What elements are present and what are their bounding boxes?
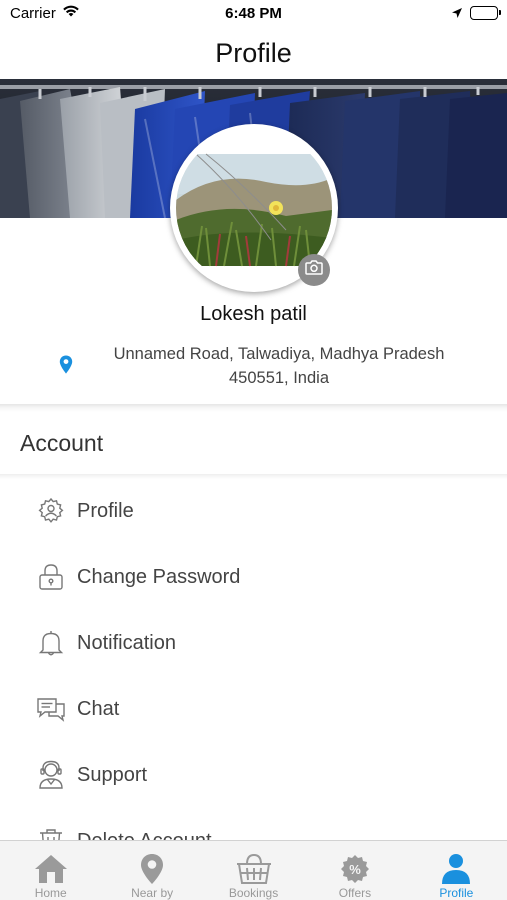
tab-label-profile: Profile — [439, 886, 474, 900]
svg-text:%: % — [349, 862, 361, 877]
tab-label-offers: Offers — [338, 886, 372, 900]
lock-icon — [36, 562, 66, 592]
tab-bookings[interactable]: Bookings — [203, 841, 304, 900]
chat-icon — [36, 694, 66, 724]
menu-item-notification[interactable]: Notification — [0, 611, 507, 675]
menu-item-profile[interactable]: Profile — [0, 479, 507, 543]
bottom-tab-bar: Home Near by Bookings % Offers Profile — [0, 840, 507, 900]
bell-icon — [36, 628, 66, 658]
menu-item-support[interactable]: Support — [0, 743, 507, 807]
status-bar: Carrier 6:48 PM — [0, 0, 507, 30]
user-name: Lokesh patil — [200, 303, 307, 325]
tab-near-by[interactable]: Near by — [101, 841, 202, 900]
tab-label-home: Home — [34, 886, 67, 900]
location-pin-icon — [59, 355, 73, 379]
menu-label-chat: Chat — [77, 697, 120, 720]
status-time: 6:48 PM — [225, 5, 282, 22]
camera-icon — [305, 260, 323, 280]
menu-label-change-password: Change Password — [77, 565, 241, 588]
tab-label-near-by: Near by — [131, 886, 174, 900]
profile-gear-icon — [36, 496, 66, 526]
basket-icon — [235, 852, 273, 885]
support-agent-icon — [36, 760, 66, 790]
menu-item-change-password[interactable]: Change Password — [0, 545, 507, 609]
section-separator — [0, 404, 507, 412]
home-icon — [34, 852, 68, 885]
change-photo-button[interactable] — [298, 254, 330, 286]
menu-label-support: Support — [77, 763, 148, 786]
battery-icon — [470, 6, 501, 20]
tab-offers[interactable]: % Offers — [304, 841, 405, 900]
location-arrow-icon — [451, 6, 463, 24]
percent-badge-icon: % — [340, 852, 370, 885]
address-line-1: Unnamed Road, Talwadiya, Madhya Pradesh — [113, 345, 445, 363]
user-icon — [441, 852, 471, 885]
tab-profile[interactable]: Profile — [406, 841, 507, 900]
tab-home[interactable]: Home — [0, 841, 101, 900]
map-pin-icon — [140, 852, 164, 885]
menu-label-notification: Notification — [77, 631, 176, 654]
account-section-title: Account — [20, 430, 104, 456]
menu-item-chat[interactable]: Chat — [0, 677, 507, 741]
address-line-2: 450551, India — [228, 369, 329, 387]
page-title: Profile — [215, 38, 292, 68]
user-address: Unnamed Road, Talwadiya, Madhya Pradesh … — [84, 342, 474, 390]
menu-label-profile: Profile — [77, 499, 134, 522]
tab-label-bookings: Bookings — [228, 886, 279, 900]
